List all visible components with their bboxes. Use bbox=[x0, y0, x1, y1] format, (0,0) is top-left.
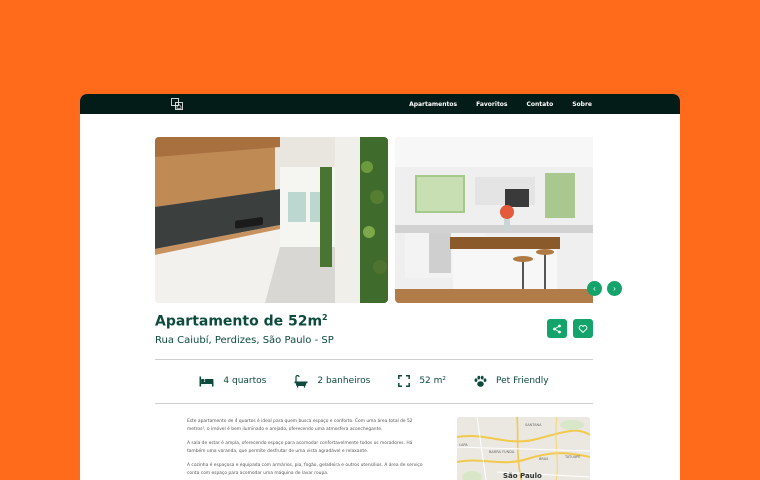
listing-header: Apartamento de 52m2 Rua Caiubí, Perdizes… bbox=[155, 313, 593, 346]
action-buttons bbox=[547, 319, 593, 338]
photo-gallery: ‹ › bbox=[155, 137, 628, 303]
nav-link-apartamentos[interactable]: Apartamentos bbox=[409, 101, 457, 108]
bathtub-icon bbox=[294, 374, 308, 388]
top-navbar: Apartamentos Favoritos Contato Sobre bbox=[80, 94, 680, 114]
browser-window: Apartamentos Favoritos Contato Sobre ‹ ›… bbox=[80, 94, 680, 480]
divider-bottom bbox=[155, 403, 593, 404]
description-paragraph: Este apartamento de 4 quartos é ideal pa… bbox=[187, 419, 413, 432]
chevron-right-icon: › bbox=[613, 284, 616, 293]
location-map[interactable]: SANTANA LAPA BARRA FUNDA BRÁS TATUAPÉ Sã… bbox=[457, 417, 590, 480]
carousel-next-button[interactable]: › bbox=[607, 281, 622, 296]
description-paragraph: A cozinha é espaçosa e equipada com armá… bbox=[187, 463, 423, 476]
share-icon bbox=[553, 324, 561, 333]
nav-link-favoritos[interactable]: Favoritos bbox=[476, 101, 507, 108]
description-paragraph: A sala de estar é ampla, oferecendo espa… bbox=[187, 441, 413, 454]
photo-kitchen-1[interactable] bbox=[155, 137, 388, 303]
map-label: São Paulo bbox=[503, 472, 542, 480]
nav-link-sobre[interactable]: Sobre bbox=[572, 101, 592, 108]
paw-icon bbox=[474, 375, 487, 387]
nav-links: Apartamentos Favoritos Contato Sobre bbox=[409, 94, 592, 114]
feature-bathrooms: 2 banheiros bbox=[294, 374, 370, 388]
feature-bedrooms: 4 quartos bbox=[199, 376, 266, 387]
chevron-left-icon: ‹ bbox=[593, 284, 596, 293]
feature-pet-friendly: Pet Friendly bbox=[474, 375, 549, 388]
nav-link-contato[interactable]: Contato bbox=[527, 101, 554, 108]
favorite-button[interactable] bbox=[573, 319, 593, 338]
map-label: BARRA FUNDA bbox=[489, 450, 515, 454]
photo-kitchen-2[interactable]: ‹ › bbox=[395, 137, 628, 303]
logo-icon[interactable] bbox=[171, 98, 183, 110]
feature-area: 52 m² bbox=[398, 375, 446, 387]
listing-title: Apartamento de 52m2 bbox=[155, 313, 328, 330]
share-button[interactable] bbox=[547, 319, 567, 338]
listing-address: Rua Caiubí, Perdizes, São Paulo - SP bbox=[155, 334, 334, 346]
listing-description: Este apartamento de 4 quartos é ideal pa… bbox=[187, 418, 423, 480]
map-label: SANTANA bbox=[525, 423, 542, 427]
carousel-prev-button[interactable]: ‹ bbox=[587, 281, 602, 296]
map-label: BRÁS bbox=[539, 457, 549, 461]
bed-icon bbox=[199, 376, 214, 386]
features-row: 4 quartos 2 banheiros 52 m² Pet Friendly bbox=[155, 359, 593, 403]
area-icon bbox=[398, 375, 411, 387]
map-label: TATUAPÉ bbox=[565, 455, 581, 459]
map-label: LAPA bbox=[459, 443, 468, 447]
heart-icon bbox=[578, 324, 588, 333]
